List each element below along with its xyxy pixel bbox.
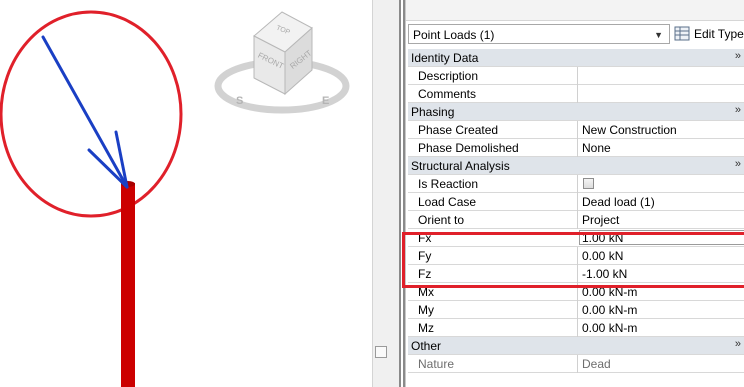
category-phasing[interactable]: Phasing » bbox=[408, 103, 744, 121]
panel-toggle-box[interactable] bbox=[375, 346, 387, 358]
edit-type-label: Edit Type bbox=[694, 27, 744, 41]
param-value[interactable]: 0.00 kN-m bbox=[582, 285, 637, 299]
structural-column[interactable] bbox=[121, 183, 135, 387]
splitter-line-left bbox=[399, 0, 401, 387]
type-selector-value: Point Loads (1) bbox=[413, 28, 495, 42]
properties-grid: Identity Data » Description Comments Pha… bbox=[408, 49, 744, 373]
param-value[interactable]: 0.00 kN-m bbox=[582, 303, 637, 317]
param-row-fx[interactable]: Fx 1.00 kN bbox=[408, 229, 744, 247]
param-name: Phase Created bbox=[418, 123, 499, 137]
palette-header bbox=[406, 0, 744, 21]
viewport-canvas[interactable]: S E TOP FRONT RIGHT bbox=[0, 0, 372, 387]
param-value[interactable]: -1.00 kN bbox=[582, 267, 627, 281]
column-separator bbox=[577, 139, 578, 157]
param-row-load-case[interactable]: Load Case Dead load (1) bbox=[408, 193, 744, 211]
param-value[interactable]: 0.00 kN bbox=[582, 249, 623, 263]
param-row-phase-created[interactable]: Phase Created New Construction bbox=[408, 121, 744, 139]
column-separator bbox=[577, 193, 578, 211]
panel-splitter[interactable] bbox=[372, 0, 405, 387]
column-separator bbox=[577, 247, 578, 265]
column-separator bbox=[577, 301, 578, 319]
param-value[interactable]: Dead load (1) bbox=[582, 195, 655, 209]
param-value[interactable]: New Construction bbox=[582, 123, 677, 137]
param-name: Comments bbox=[418, 87, 477, 101]
category-title: Other bbox=[411, 339, 442, 353]
param-name: Fx bbox=[418, 231, 432, 245]
category-other[interactable]: Other » bbox=[408, 337, 744, 355]
category-title: Identity Data bbox=[411, 51, 479, 65]
type-selector-dropdown[interactable]: Point Loads (1) ▼ bbox=[408, 24, 670, 44]
3d-viewport[interactable]: S E TOP FRONT RIGHT bbox=[0, 0, 372, 387]
param-value[interactable]: 0.00 kN-m bbox=[582, 321, 637, 335]
param-name: Mz bbox=[418, 321, 434, 335]
column-separator bbox=[577, 211, 578, 229]
param-row-fz[interactable]: Fz -1.00 kN bbox=[408, 265, 744, 283]
type-selector-row: Point Loads (1) ▼ Edit Type bbox=[406, 24, 744, 46]
column-separator bbox=[577, 355, 578, 373]
dropdown-arrow-icon[interactable]: ▼ bbox=[654, 30, 663, 40]
properties-palette: Point Loads (1) ▼ Edit Type Identity Dat… bbox=[405, 0, 744, 387]
param-row-nature[interactable]: Nature Dead bbox=[408, 355, 744, 373]
param-value[interactable]: None bbox=[582, 141, 611, 155]
param-row-mx[interactable]: Mx 0.00 kN-m bbox=[408, 283, 744, 301]
param-name: Is Reaction bbox=[418, 177, 479, 191]
edit-type-icon bbox=[674, 26, 690, 41]
column-separator bbox=[577, 121, 578, 139]
annotation-ellipse bbox=[0, 10, 183, 218]
param-value[interactable]: Project bbox=[582, 213, 619, 227]
param-name: Fz bbox=[418, 267, 432, 281]
param-row-fy[interactable]: Fy 0.00 kN bbox=[408, 247, 744, 265]
param-name: Description bbox=[418, 69, 479, 83]
column-separator bbox=[577, 175, 578, 193]
collapse-chevron-icon[interactable]: » bbox=[735, 338, 741, 350]
point-load-arrow[interactable] bbox=[41, 35, 129, 189]
param-row-comments[interactable]: Comments bbox=[408, 85, 744, 103]
compass-e-label[interactable]: E bbox=[322, 95, 329, 107]
param-row-is-reaction[interactable]: Is Reaction bbox=[408, 175, 744, 193]
param-name: Phase Demolished bbox=[418, 141, 519, 155]
is-reaction-checkbox[interactable] bbox=[583, 178, 594, 189]
column-separator bbox=[577, 265, 578, 283]
param-row-description[interactable]: Description bbox=[408, 67, 744, 85]
param-value: Dead bbox=[582, 357, 611, 371]
category-title: Structural Analysis bbox=[411, 159, 510, 173]
column-separator bbox=[577, 319, 578, 337]
param-name: My bbox=[418, 303, 434, 317]
param-row-my[interactable]: My 0.00 kN-m bbox=[408, 301, 744, 319]
collapse-chevron-icon[interactable]: » bbox=[735, 158, 741, 170]
compass-s-label[interactable]: S bbox=[236, 95, 243, 107]
column-separator bbox=[577, 67, 578, 85]
param-name: Fy bbox=[418, 249, 432, 263]
param-name: Mx bbox=[418, 285, 434, 299]
category-identity-data[interactable]: Identity Data » bbox=[408, 49, 744, 67]
category-title: Phasing bbox=[411, 105, 455, 119]
param-row-mz[interactable]: Mz 0.00 kN-m bbox=[408, 319, 744, 337]
collapse-chevron-icon[interactable]: » bbox=[735, 104, 741, 116]
param-value[interactable]: 1.00 kN bbox=[582, 231, 623, 245]
param-name: Load Case bbox=[418, 195, 477, 209]
category-structural-analysis[interactable]: Structural Analysis » bbox=[408, 157, 744, 175]
viewcube[interactable]: S E TOP FRONT RIGHT bbox=[214, 11, 350, 114]
param-name: Orient to bbox=[418, 213, 465, 227]
collapse-chevron-icon[interactable]: » bbox=[735, 50, 741, 62]
param-row-phase-demolished[interactable]: Phase Demolished None bbox=[408, 139, 744, 157]
column-separator bbox=[577, 283, 578, 301]
column-separator bbox=[577, 85, 578, 103]
param-row-orient-to[interactable]: Orient to Project bbox=[408, 211, 744, 229]
param-name: Nature bbox=[418, 357, 455, 371]
